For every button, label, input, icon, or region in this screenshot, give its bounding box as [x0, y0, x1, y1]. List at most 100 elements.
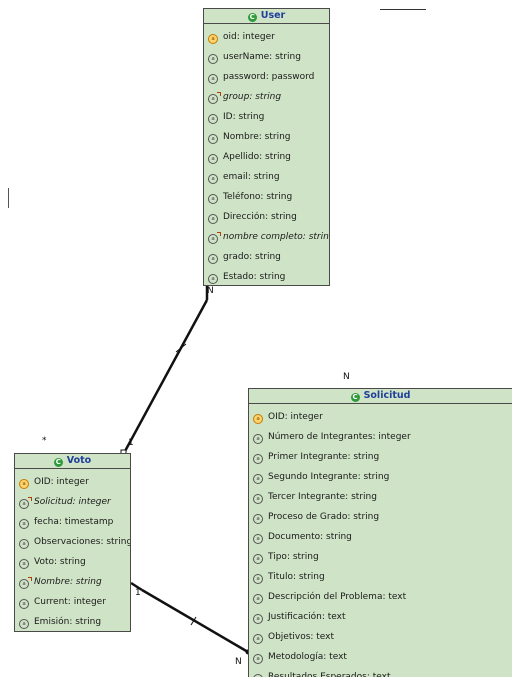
attribute-label: Segundo Integrante: string [268, 472, 390, 482]
attribute-row[interactable]: a Segundo Integrante: string [249, 467, 512, 487]
attribute-label: Voto: string [34, 557, 86, 567]
attribute-label: Documento: string [268, 532, 352, 542]
attribute-label: password: password [223, 72, 315, 82]
attribute-label: Justificación: text [268, 612, 346, 622]
attribute-row[interactable]: a email: string [204, 167, 329, 187]
attribute-row[interactable]: a Justificación: text [249, 607, 512, 627]
attribute-row[interactable]: a Metodología: text [249, 647, 512, 667]
attribute-label: Emisión: string [34, 617, 102, 627]
attribute-icon: a [208, 74, 218, 84]
entity-user[interactable]: C User a oid: integer a userName: string a pas… [203, 8, 330, 286]
attribute-row[interactable]: a Nombre: string [204, 127, 329, 147]
attribute-row[interactable]: a Primer Integrante: string [249, 447, 512, 467]
attribute-row[interactable]: a Apellido: string [204, 147, 329, 167]
attribute-row[interactable]: a nombre completo: string [204, 227, 329, 247]
attribute-label: Metodología: text [268, 652, 347, 662]
attribute-icon: a [19, 599, 29, 609]
attribute-label: Estado: string [223, 272, 286, 282]
attribute-icon: a [253, 434, 263, 444]
key-attribute-icon: a [208, 34, 218, 44]
attribute-row[interactable]: a Descripción del Problema: text [249, 587, 512, 607]
attribute-label: OID: integer [34, 477, 89, 487]
attribute-row[interactable]: a grado: string [204, 247, 329, 267]
attribute-icon: a [208, 194, 218, 204]
cardinality-user-voto-user-end: N [207, 286, 214, 296]
attribute-row[interactable]: a Teléfono: string [204, 187, 329, 207]
attribute-icon: a [208, 154, 218, 164]
attribute-row[interactable]: a Número de Integrantes: integer [249, 427, 512, 447]
connector-tick[interactable] [175, 343, 187, 353]
attribute-icon: a [253, 614, 263, 624]
attribute-row[interactable]: a Titulo: string [249, 567, 512, 587]
connector-voto-solicitud[interactable] [141, 588, 249, 654]
attribute-label: Objetivos: text [268, 632, 335, 642]
attribute-row[interactable]: a OID: integer [249, 407, 512, 427]
attribute-icon: a [253, 574, 263, 584]
attribute-label: Teléfono: string [223, 192, 293, 202]
stray-label-voto: * [42, 436, 47, 446]
attribute-row[interactable]: a ID: string [204, 107, 329, 127]
entity-header-voto: C Voto [15, 454, 130, 469]
attribute-label: group: string [223, 92, 282, 102]
attribute-row[interactable]: a Nombre: string [15, 572, 130, 592]
attribute-row[interactable]: a Estado: string [204, 267, 329, 285]
attribute-row[interactable]: a Emisión: string [15, 612, 130, 631]
attribute-row[interactable]: a OID: integer [15, 472, 130, 492]
attribute-row[interactable]: a Documento: string [249, 527, 512, 547]
attribute-label: Solicitud: integer [34, 497, 111, 507]
attribute-label: Tercer Integrante: string [268, 492, 377, 502]
attribute-icon: a [253, 594, 263, 604]
entity-attributes-voto: a OID: integer a Solicitud: integer a fecha: … [15, 469, 130, 631]
key-attribute-icon: a [19, 479, 29, 489]
attribute-row[interactable]: a fecha: timestamp [15, 512, 130, 532]
attribute-row[interactable]: a password: password [204, 67, 329, 87]
attribute-label: Nombre: string [34, 577, 102, 587]
attribute-icon: a [19, 559, 29, 569]
attribute-icon: a [253, 474, 263, 484]
entity-header-user: C User [204, 9, 329, 24]
attribute-label: Dirección: string [223, 212, 297, 222]
attribute-row[interactable]: a userName: string [204, 47, 329, 67]
key-attribute-icon: a [253, 414, 263, 424]
attribute-icon: a [253, 454, 263, 464]
attribute-row[interactable]: a Current: integer [15, 592, 130, 612]
attribute-label: Proceso de Grado: string [268, 512, 380, 522]
attribute-row[interactable]: a Objetivos: text [249, 627, 512, 647]
attribute-row[interactable]: a Proceso de Grado: string [249, 507, 512, 527]
attribute-label: Nombre: string [223, 132, 291, 142]
attribute-row[interactable]: a Voto: string [15, 552, 130, 572]
attribute-label: userName: string [223, 52, 301, 62]
class-icon: C [247, 13, 257, 22]
attribute-label: email: string [223, 172, 280, 182]
attribute-icon: a [253, 514, 263, 524]
cardinality-voto-solicitud-voto-end: 1 [135, 588, 141, 598]
entity-title-user: User [260, 10, 286, 21]
entity-title-solicitud: Solicitud [363, 390, 411, 401]
attribute-label: Titulo: string [268, 572, 325, 582]
attribute-label: Current: integer [34, 597, 106, 607]
entity-voto[interactable]: C Voto a OID: integer a Solicitud: integer a f… [14, 453, 131, 632]
attribute-row[interactable]: a Solicitud: integer [15, 492, 130, 512]
derived-attribute-icon: a [208, 232, 221, 244]
attribute-row[interactable]: a Tercer Integrante: string [249, 487, 512, 507]
connector-user-voto[interactable] [122, 299, 209, 454]
class-icon: C [53, 458, 63, 467]
cardinality-voto-solicitud-solicitud-end: N [235, 657, 242, 667]
attribute-icon: a [208, 114, 218, 124]
attribute-row[interactable]: a Observaciones: string [15, 532, 130, 552]
attribute-label: fecha: timestamp [34, 517, 114, 527]
attribute-row[interactable]: a Dirección: string [204, 207, 329, 227]
attribute-row[interactable]: a oid: integer [204, 27, 329, 47]
stray-tick [8, 188, 9, 208]
entity-solicitud[interactable]: C Solicitud a OID: integer a Número de Integ… [248, 388, 512, 677]
attribute-row[interactable]: a group: string [204, 87, 329, 107]
attribute-row[interactable]: aResultados Esperados: text [249, 667, 512, 677]
attribute-label: Apellido: string [223, 152, 291, 162]
attribute-label: Número de Integrantes: integer [268, 432, 411, 442]
entity-attributes-user: a oid: integer a userName: string a password:… [204, 24, 329, 285]
attribute-label: OID: integer [268, 412, 323, 422]
attribute-row[interactable]: a Tipo: string [249, 547, 512, 567]
attribute-icon: a [253, 654, 263, 664]
attribute-icon: a [253, 634, 263, 644]
attribute-label: Observaciones: string [34, 537, 131, 547]
